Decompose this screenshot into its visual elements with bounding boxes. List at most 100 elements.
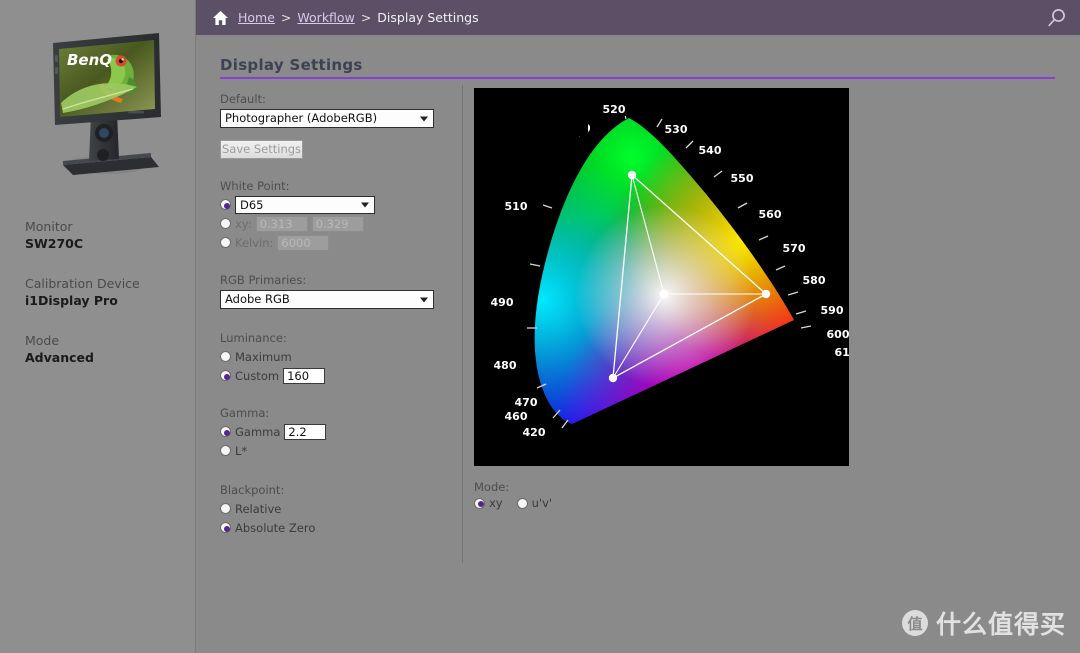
white-point-kelvin-row: Kelvin: 6000 bbox=[220, 234, 450, 251]
luminance-custom-label: Custom bbox=[235, 368, 280, 383]
page-title: Display Settings bbox=[220, 56, 363, 74]
svg-text:460: 460 bbox=[505, 410, 528, 423]
white-point-xy-row: xy: 0.313 0.329 bbox=[220, 215, 450, 232]
sidebar-info-calibration-device: Calibration Device i1Display Pro bbox=[25, 275, 190, 310]
luminance-maximum-label: Maximum bbox=[235, 349, 292, 364]
gamma-lstar-label: L* bbox=[235, 443, 248, 458]
blackpoint-absolute-zero-row: Absolute Zero bbox=[220, 519, 450, 536]
luminance-label: Luminance: bbox=[220, 331, 287, 345]
top-header-bar: Home > Workflow > Display Settings bbox=[196, 0, 1080, 35]
svg-text:490: 490 bbox=[491, 296, 514, 309]
diagram-mode-uv-label: u'v' bbox=[531, 496, 553, 510]
default-preset-value: Photographer (AdobeRGB) bbox=[225, 111, 378, 125]
white-point-marker bbox=[659, 289, 669, 299]
chevron-down-icon bbox=[361, 202, 369, 207]
luminance-maximum-radio[interactable] bbox=[220, 351, 231, 362]
default-preset-label: Default: bbox=[220, 92, 266, 106]
svg-text:600: 600 bbox=[827, 328, 849, 341]
diagram-mode-uv-radio[interactable] bbox=[516, 497, 528, 509]
sidebar-info-monitor: Monitor SW270C bbox=[25, 218, 190, 253]
gamma-input[interactable]: 2.2 bbox=[284, 423, 327, 440]
search-icon[interactable] bbox=[1046, 7, 1068, 29]
luminance-maximum-row: Maximum bbox=[220, 348, 450, 365]
save-settings-button[interactable]: Save Settings bbox=[220, 140, 303, 159]
gamma-option-label: Gamma bbox=[235, 424, 281, 439]
watermark-text: 什么值得买 bbox=[935, 610, 1066, 639]
svg-text:480: 480 bbox=[494, 359, 517, 372]
luminance-custom-row: Custom 160 bbox=[220, 367, 450, 384]
watermark-badge: 值 bbox=[901, 610, 928, 636]
column-divider bbox=[462, 85, 463, 563]
white-point-preset-value: D65 bbox=[240, 197, 264, 212]
diagram-mode-group: Mode: xy u'v' bbox=[474, 480, 566, 510]
svg-text:540: 540 bbox=[699, 144, 722, 157]
default-preset-select[interactable]: Photographer (AdobeRGB) bbox=[220, 109, 434, 128]
gamma-lstar-radio[interactable] bbox=[220, 445, 231, 456]
white-point-preset-select[interactable]: D65 bbox=[235, 195, 375, 214]
blackpoint-label: Blackpoint: bbox=[220, 483, 285, 497]
svg-text:530: 530 bbox=[665, 123, 688, 136]
gamma-label: Gamma: bbox=[220, 406, 270, 420]
svg-text:570: 570 bbox=[783, 242, 806, 255]
gamma-lstar-row: L* bbox=[220, 442, 450, 459]
sidebar-info-value: SW270C bbox=[25, 236, 84, 251]
white-point-preset-radio[interactable] bbox=[220, 199, 231, 210]
breadcrumb-separator: > bbox=[360, 10, 372, 25]
white-point-label: White Point: bbox=[220, 179, 290, 193]
breadcrumb-home[interactable]: Home bbox=[238, 10, 275, 25]
blackpoint-absolute-zero-radio[interactable] bbox=[220, 522, 231, 533]
breadcrumb-separator: > bbox=[280, 10, 292, 25]
chevron-down-icon bbox=[420, 297, 428, 302]
svg-text:550: 550 bbox=[731, 172, 754, 185]
home-icon[interactable] bbox=[212, 10, 229, 26]
gamut-vertex-green bbox=[627, 170, 637, 180]
sidebar-info-value: Advanced bbox=[25, 350, 94, 365]
chromaticity-diagram-panel: 520 520 530 540 550 560 570 580 590 600 … bbox=[474, 88, 849, 466]
svg-text:470: 470 bbox=[515, 396, 538, 409]
title-underline bbox=[220, 77, 1055, 79]
gamut-vertex-red bbox=[761, 289, 771, 299]
white-point-xy-label: xy: bbox=[235, 216, 252, 231]
white-point-xy-radio[interactable] bbox=[220, 218, 231, 229]
sidebar-info-label: Calibration Device bbox=[25, 276, 140, 291]
blackpoint-relative-radio[interactable] bbox=[220, 503, 231, 514]
svg-text:590: 590 bbox=[821, 304, 844, 317]
settings-form: Default: Photographer (AdobeRGB) Save Se… bbox=[220, 92, 450, 536]
svg-text:560: 560 bbox=[759, 208, 782, 221]
diagram-mode-xy-radio[interactable] bbox=[474, 497, 485, 509]
svg-text:510: 510 bbox=[505, 200, 528, 213]
white-point-kelvin-label: Kelvin: bbox=[235, 235, 274, 250]
svg-text:580: 580 bbox=[803, 274, 826, 287]
monitor-product-image: BenQ bbox=[53, 33, 161, 175]
sidebar-info-label: Monitor bbox=[25, 219, 73, 234]
blackpoint-absolute-zero-label: Absolute Zero bbox=[235, 520, 316, 535]
diagram-mode-label: Mode: bbox=[474, 480, 510, 494]
svg-text:610: 610 bbox=[835, 346, 849, 359]
breadcrumb-workflow[interactable]: Workflow bbox=[297, 10, 354, 25]
luminance-custom-input[interactable]: 160 bbox=[283, 367, 326, 384]
breadcrumb-display-settings: Display Settings bbox=[377, 10, 479, 25]
blackpoint-relative-row: Relative bbox=[220, 500, 450, 517]
watermark: 值 什么值得买 bbox=[901, 605, 1066, 641]
white-point-x-input[interactable]: 0.313 bbox=[255, 215, 308, 232]
diagram-mode-xy-label: xy bbox=[489, 496, 503, 510]
white-point-y-input[interactable]: 0.329 bbox=[311, 215, 364, 232]
gamut-vertex-blue bbox=[608, 373, 618, 383]
blackpoint-relative-label: Relative bbox=[235, 501, 282, 516]
white-point-preset-row: D65 bbox=[220, 195, 450, 214]
rgb-primaries-select[interactable]: Adobe RGB bbox=[220, 290, 434, 309]
sidebar-info-mode: Mode Advanced bbox=[25, 332, 190, 367]
sidebar-info-value: i1Display Pro bbox=[25, 293, 118, 308]
svg-text:BenQ: BenQ bbox=[67, 51, 112, 69]
chevron-down-icon bbox=[420, 116, 428, 121]
gamma-radio[interactable] bbox=[220, 426, 231, 437]
svg-text:520: 520 bbox=[603, 103, 626, 116]
cie-chromaticity-diagram[interactable]: 520 520 530 540 550 560 570 580 590 600 … bbox=[474, 88, 849, 466]
luminance-custom-radio[interactable] bbox=[220, 370, 231, 381]
white-point-kelvin-input[interactable]: 6000 bbox=[277, 234, 330, 251]
gamma-value-row: Gamma 2.2 bbox=[220, 423, 450, 440]
svg-text:420: 420 bbox=[523, 426, 546, 439]
sidebar: BenQ Monitor SW270C Calibration Device i… bbox=[0, 0, 196, 653]
white-point-kelvin-radio[interactable] bbox=[220, 237, 231, 248]
sidebar-info-label: Mode bbox=[25, 333, 60, 348]
